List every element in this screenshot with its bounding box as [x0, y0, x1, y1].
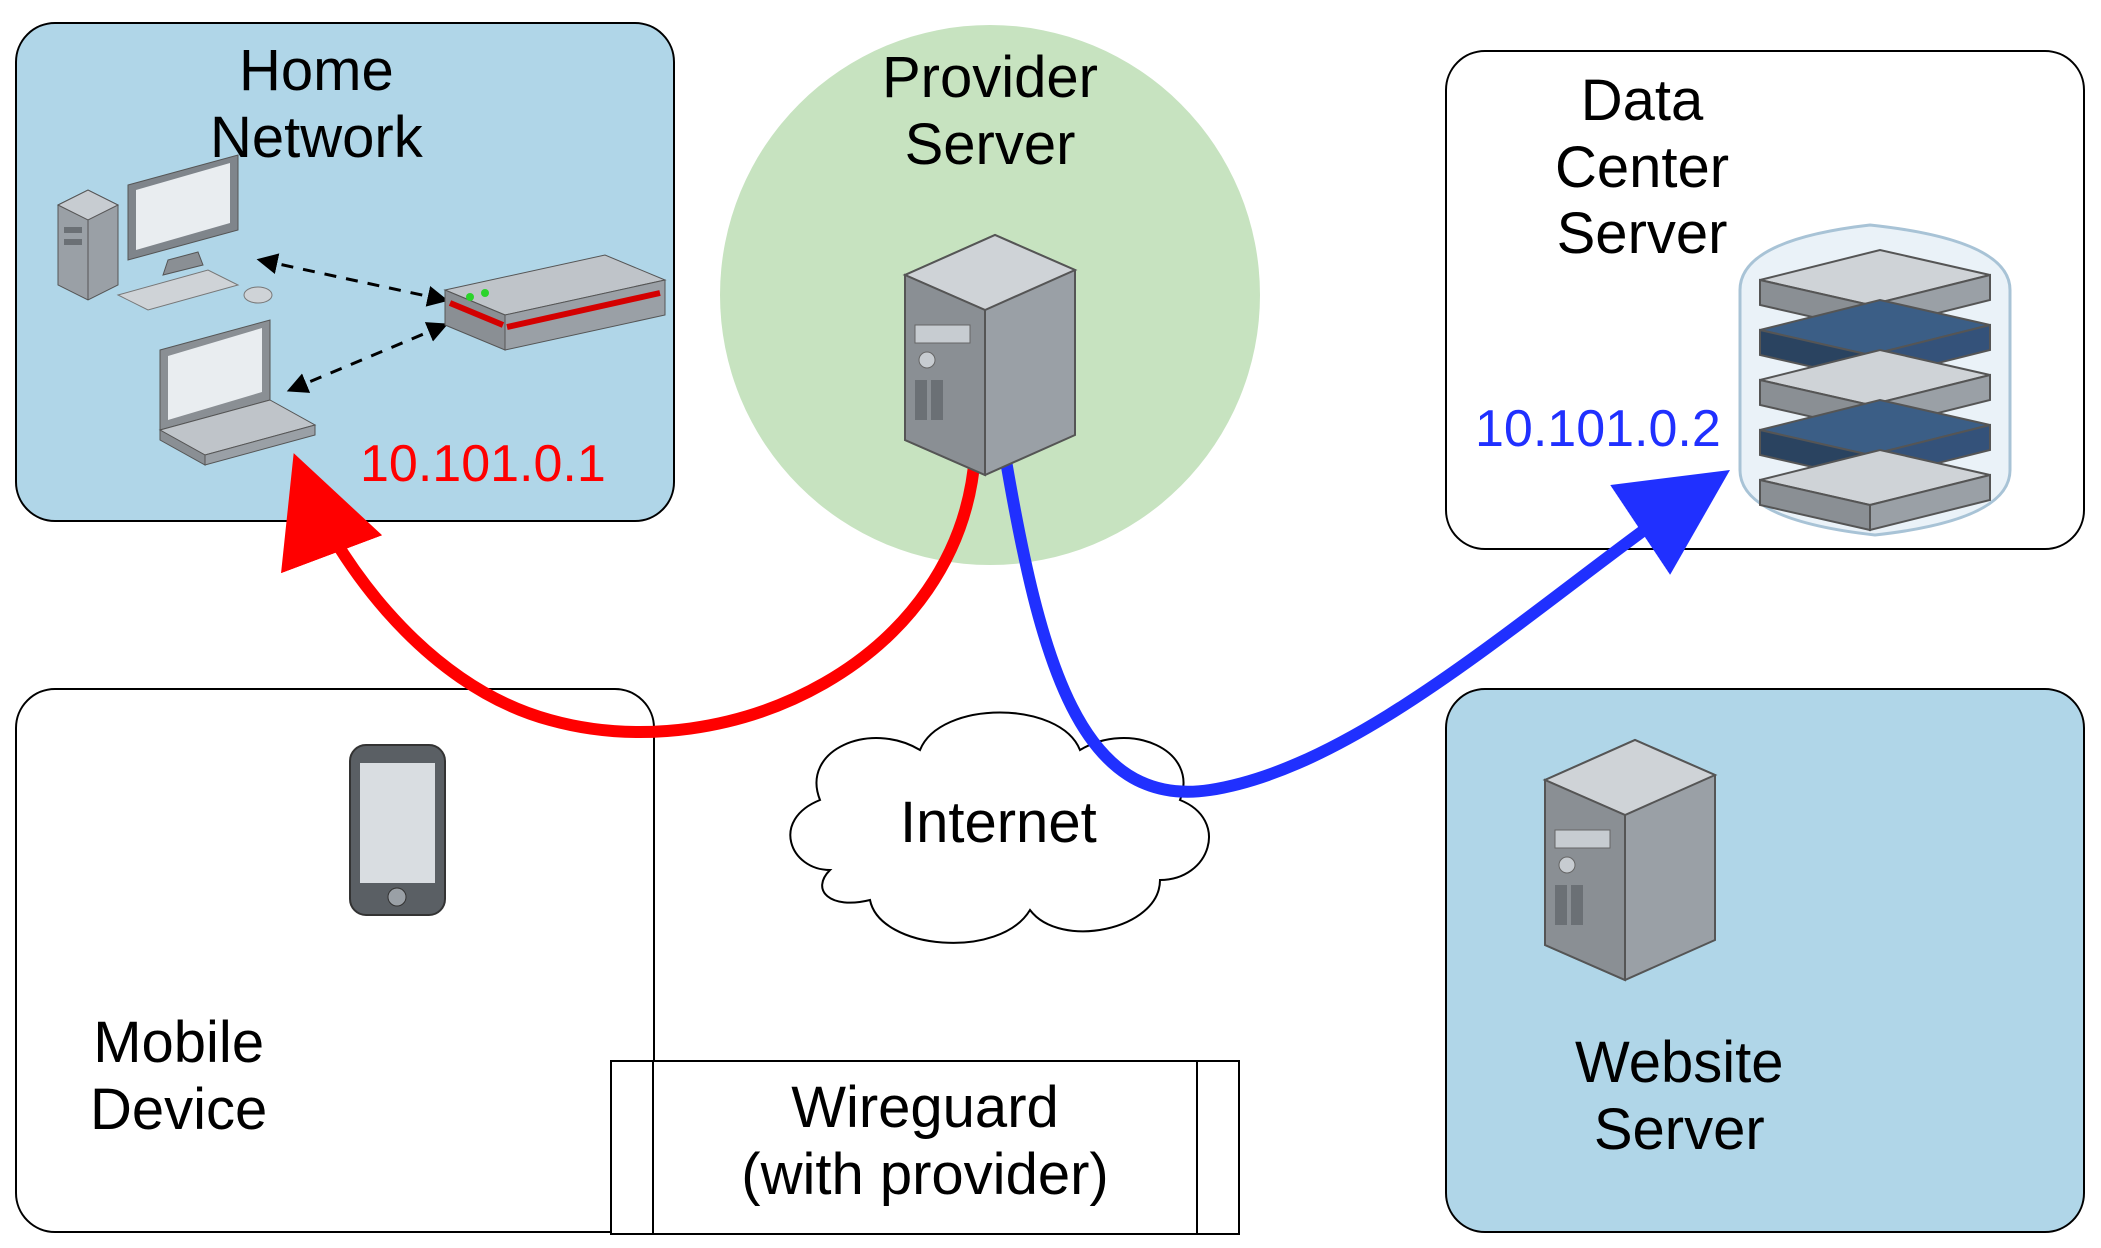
- home-ip-label: 10.101.0.1: [360, 435, 606, 495]
- laptop-router-link: [290, 325, 445, 390]
- internet-label: Internet: [900, 790, 1097, 857]
- provider-server-icon: [905, 235, 1075, 475]
- desktop-router-link: [260, 260, 445, 300]
- dc-ip-label: 10.101.0.2: [1475, 400, 1721, 460]
- mobile-device-icon: [350, 745, 445, 915]
- provider-server-label: Provider Server: [745, 45, 1235, 178]
- desktop-icon: [58, 155, 272, 310]
- diagram-svg: [0, 0, 2101, 1248]
- router-icon: [445, 255, 665, 350]
- data-center-rack-icon: [1740, 225, 2010, 535]
- laptop-icon: [160, 320, 315, 465]
- website-server-icon: [1545, 740, 1715, 980]
- red-connection-arrow: [300, 455, 975, 732]
